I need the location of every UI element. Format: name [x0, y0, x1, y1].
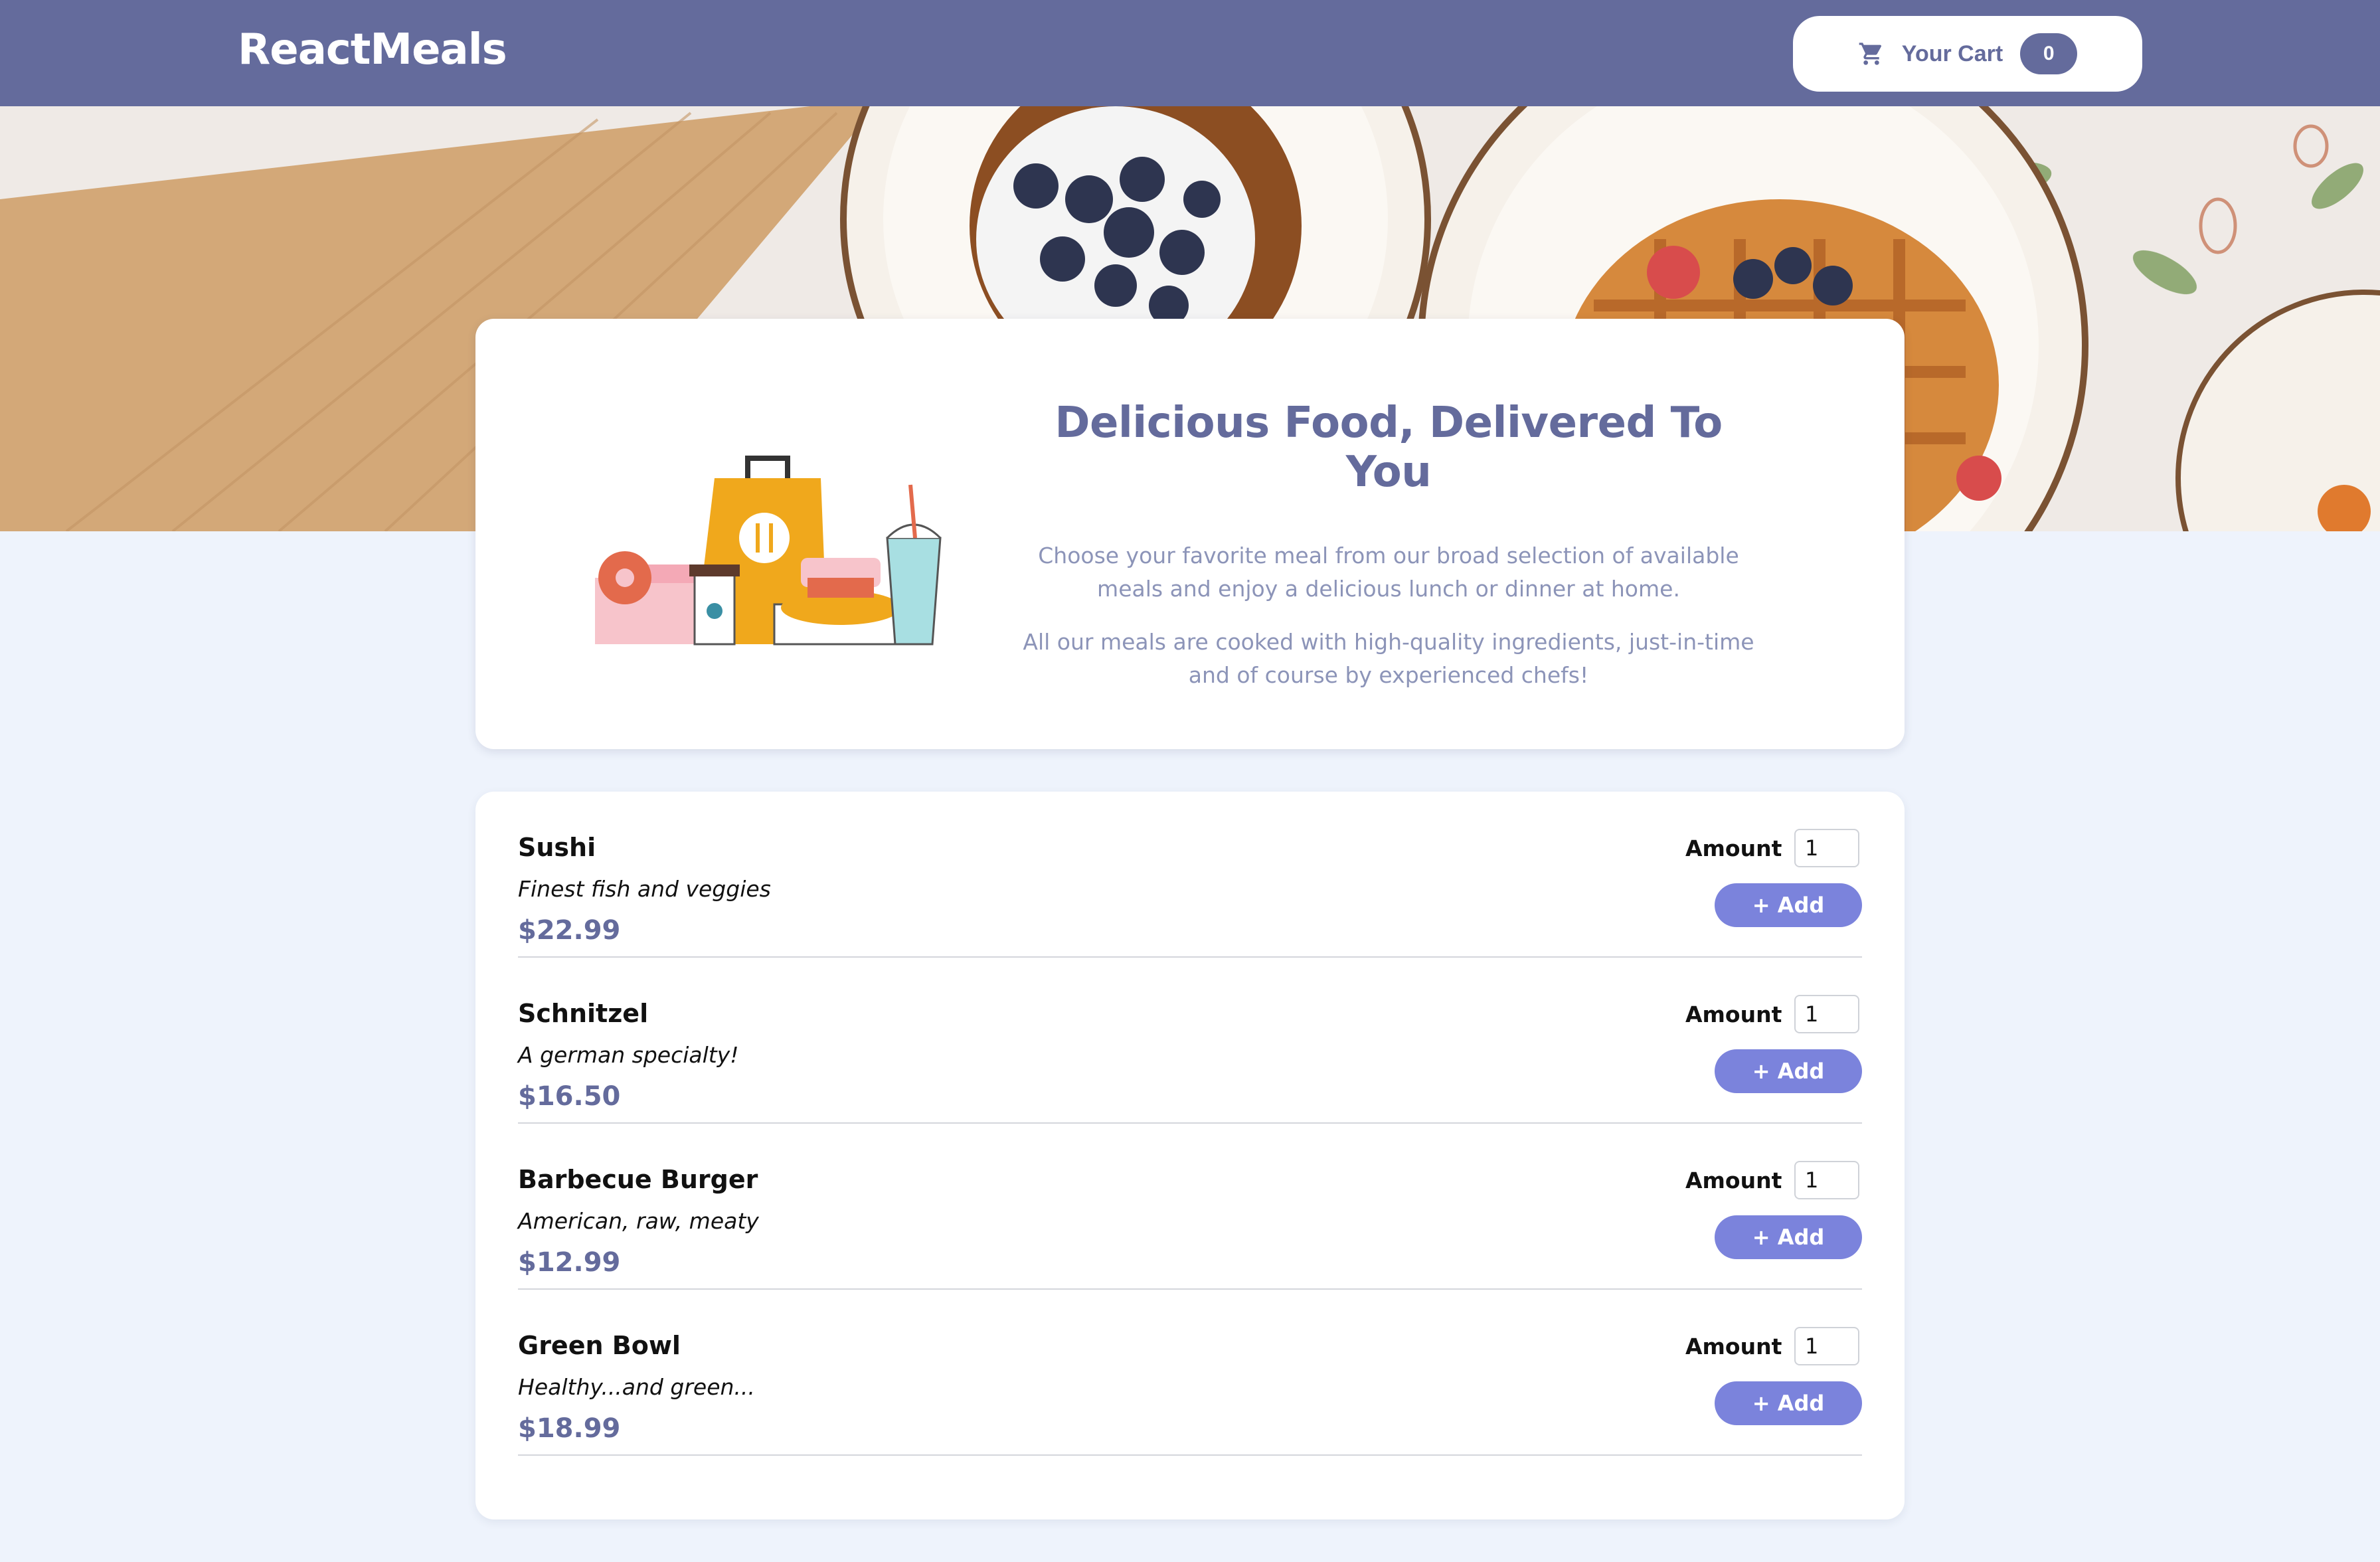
amount-input[interactable]	[1794, 829, 1859, 867]
meal-description: Healthy...and green...	[518, 1374, 755, 1400]
meal-price: $16.50	[518, 1081, 621, 1112]
summary-card: Delicious Food, Delivered To You Choose …	[475, 319, 1905, 749]
amount-label: Amount	[1685, 1168, 1782, 1193]
amount-label: Amount	[1685, 1334, 1782, 1359]
add-to-cart-button[interactable]: + Add	[1715, 883, 1862, 927]
top-header: ReactMeals Your Cart 0	[0, 0, 2380, 106]
add-to-cart-button[interactable]: + Add	[1715, 1049, 1862, 1093]
brand-title: ReactMeals	[238, 25, 507, 74]
summary-paragraph: All our meals are cooked with high-quali…	[1023, 629, 1754, 688]
meal-item: Barbecue Burger American, raw, meaty $12…	[518, 1124, 1862, 1290]
meal-price: $18.99	[518, 1413, 621, 1444]
cart-label: Your Cart	[1901, 41, 2003, 66]
meal-item: Schnitzel A german specialty! $16.50 Amo…	[518, 958, 1862, 1124]
food-delivery-illustration	[595, 456, 942, 646]
app-root: ReactMeals Your Cart 0 Delicious Food, D…	[0, 0, 2380, 1562]
meal-name: Sushi	[518, 833, 596, 862]
meal-name: Schnitzel	[518, 999, 649, 1028]
cart-button[interactable]: Your Cart 0	[1793, 16, 2142, 92]
meal-description: Finest fish and veggies	[518, 876, 771, 902]
add-to-cart-button[interactable]: + Add	[1715, 1381, 1862, 1425]
amount-input[interactable]	[1794, 995, 1859, 1033]
meal-description: American, raw, meaty	[518, 1208, 759, 1234]
add-to-cart-button[interactable]: + Add	[1715, 1215, 1862, 1259]
amount-label: Amount	[1685, 835, 1782, 861]
meal-name: Barbecue Burger	[518, 1165, 758, 1194]
meals-card: Sushi Finest fish and veggies $22.99 Amo…	[475, 792, 1905, 1519]
meal-price: $22.99	[518, 915, 621, 946]
amount-input[interactable]	[1794, 1327, 1859, 1365]
summary-paragraph: Choose your favorite meal from our broad…	[1038, 543, 1739, 602]
meal-item: Green Bowl Healthy...and green... $18.99…	[518, 1290, 1862, 1456]
meal-name: Green Bowl	[518, 1331, 681, 1360]
shopping-cart-icon	[1859, 43, 1881, 65]
summary-text: Delicious Food, Delivered To You Choose …	[1007, 398, 1770, 692]
amount-input[interactable]	[1794, 1161, 1859, 1199]
meal-price: $12.99	[518, 1247, 621, 1278]
amount-label: Amount	[1685, 1001, 1782, 1027]
meal-item: Sushi Finest fish and veggies $22.99 Amo…	[518, 792, 1862, 958]
meal-description: A german specialty!	[518, 1042, 739, 1068]
cart-count-badge: 0	[2020, 33, 2078, 74]
summary-title: Delicious Food, Delivered To You	[1055, 398, 1723, 497]
